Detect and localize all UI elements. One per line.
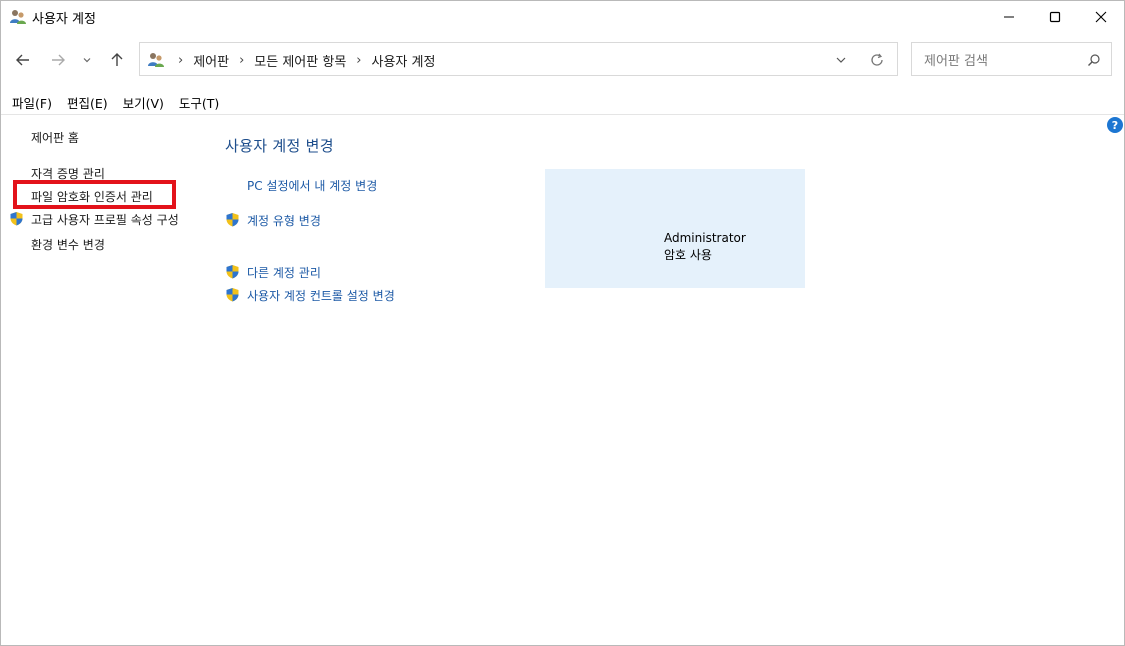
arrow-right-icon [52, 54, 65, 66]
pc-settings-account-link[interactable]: PC 설정에서 내 계정 변경 [247, 177, 377, 194]
recent-locations-button[interactable] [77, 46, 97, 74]
uac-shield-icon [225, 287, 240, 302]
close-icon [1095, 11, 1107, 23]
user-accounts-icon [147, 51, 165, 69]
control-panel-window: 사용자 계정 › 제어판 › 모든 제어판 항목 › 사용자 계정 제어판 검색… [0, 0, 1125, 646]
uac-shield-icon [9, 211, 24, 226]
manage-another-account-link[interactable]: 다른 계정 관리 [247, 264, 321, 281]
menu-bar: 파일(F) 편집(E) 보기(V) 도구(T) [5, 91, 227, 113]
breadcrumb-item-all-items[interactable]: 모든 제어판 항목 [254, 51, 346, 70]
menu-divider [1, 114, 1124, 115]
arrow-up-icon [111, 53, 123, 66]
close-button[interactable] [1078, 1, 1124, 33]
search-box[interactable] [911, 42, 1112, 76]
environment-variables-link[interactable]: 환경 변수 변경 [31, 236, 105, 253]
address-bar[interactable]: › 제어판 › 모든 제어판 항목 › 사용자 계정 [139, 42, 898, 76]
search-input[interactable] [922, 50, 1086, 72]
account-tile: Administrator 암호 사용 [545, 169, 805, 288]
menu-file[interactable]: 파일(F) [5, 91, 60, 113]
page-title: 사용자 계정 변경 [225, 137, 334, 155]
chevron-down-icon [836, 57, 846, 63]
address-dropdown-button[interactable] [833, 52, 849, 68]
search-icon[interactable] [1087, 53, 1101, 67]
control-panel-home-link[interactable]: 제어판 홈 [31, 129, 79, 146]
maximize-icon [1049, 11, 1061, 23]
minimize-icon [1004, 16, 1014, 18]
account-name: Administrator [664, 231, 746, 245]
breadcrumb: › 제어판 › 모든 제어판 항목 › 사용자 계정 [170, 51, 435, 70]
chevron-right-icon: › [178, 53, 184, 68]
highlight-box [13, 180, 176, 209]
chevron-right-icon[interactable]: › [356, 53, 361, 68]
uac-settings-link[interactable]: 사용자 계정 컨트롤 설정 변경 [247, 287, 395, 304]
advanced-profile-properties-link[interactable]: 고급 사용자 프로필 속성 구성 [31, 211, 179, 228]
minimize-button[interactable] [986, 1, 1032, 33]
title-bar[interactable]: 사용자 계정 [1, 1, 1124, 33]
arrow-left-icon [16, 54, 29, 66]
change-account-type-link[interactable]: 계정 유형 변경 [247, 212, 321, 229]
window-title: 사용자 계정 [32, 12, 96, 27]
chevron-right-icon[interactable]: › [239, 53, 244, 68]
account-status: 암호 사용 [664, 248, 712, 262]
refresh-button[interactable] [869, 52, 885, 68]
uac-shield-icon [225, 212, 240, 227]
up-button[interactable] [105, 46, 129, 74]
maximize-button[interactable] [1032, 1, 1078, 33]
user-accounts-icon [9, 8, 27, 26]
breadcrumb-item-user-accounts[interactable]: 사용자 계정 [372, 51, 436, 70]
menu-edit[interactable]: 편집(E) [60, 91, 116, 113]
breadcrumb-item-control-panel[interactable]: 제어판 [193, 51, 229, 70]
chevron-down-icon [83, 58, 91, 63]
menu-view[interactable]: 보기(V) [116, 91, 172, 113]
forward-button[interactable] [46, 46, 70, 74]
refresh-icon [871, 53, 883, 66]
uac-shield-icon [225, 264, 240, 279]
menu-tools[interactable]: 도구(T) [172, 91, 227, 113]
back-button[interactable] [11, 46, 35, 74]
help-icon[interactable]: ? [1107, 117, 1123, 133]
